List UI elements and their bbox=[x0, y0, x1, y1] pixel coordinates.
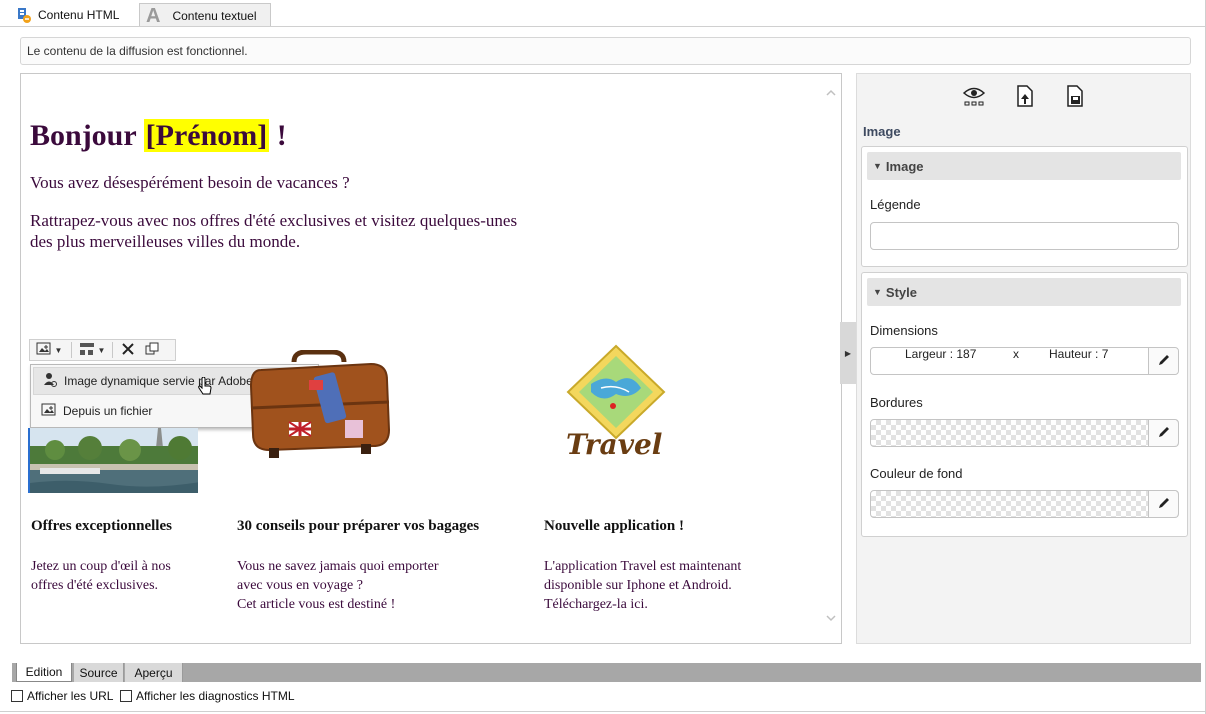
properties-panel: Image ▼ Image Légende ▼ Style Dimensions… bbox=[856, 73, 1191, 644]
image-section: ▼ Image Légende bbox=[861, 146, 1188, 267]
column-2-body[interactable]: Vous ne savez jamais quoi emporter avec … bbox=[237, 557, 439, 614]
tab-edition[interactable]: Edition bbox=[16, 663, 72, 682]
pencil-icon bbox=[1157, 353, 1171, 370]
image-section-header[interactable]: ▼ Image bbox=[867, 152, 1181, 180]
column-3-line: Téléchargez-la ici. bbox=[544, 597, 648, 612]
duplicate-button[interactable] bbox=[140, 340, 164, 360]
tab-divider bbox=[0, 26, 1206, 27]
layout-button[interactable]: ▼ bbox=[75, 340, 109, 360]
column-2-title[interactable]: 30 conseils pour préparer vos bagages bbox=[237, 518, 479, 535]
borders-label: Bordures bbox=[870, 395, 923, 410]
edit-borders-button[interactable] bbox=[1148, 420, 1178, 446]
personalization-field[interactable]: [Prénom] bbox=[143, 119, 270, 152]
show-urls-label: Afficher les URL bbox=[27, 689, 114, 703]
column-2-line: avec vous en voyage ? bbox=[237, 578, 363, 593]
paris-image[interactable] bbox=[28, 428, 198, 493]
intro-paragraph-line-2: des plus merveilleuses villes du monde. bbox=[30, 232, 301, 251]
legend-label: Légende bbox=[870, 197, 921, 212]
column-3-line: disponible sur Iphone et Android. bbox=[544, 578, 732, 593]
greeting-suffix: ! bbox=[269, 119, 287, 152]
tab-apercu[interactable]: Aperçu bbox=[125, 663, 183, 682]
duplicate-icon bbox=[145, 342, 159, 359]
delete-icon bbox=[121, 342, 135, 359]
travel-logo[interactable]: Travel bbox=[561, 344, 671, 464]
image-toolbar: ▼ ▼ bbox=[29, 339, 176, 361]
width-value: Largeur : 187 bbox=[905, 347, 977, 361]
column-2-line: Vous ne savez jamais quoi emporter bbox=[237, 559, 439, 574]
insert-image-button[interactable]: ▼ bbox=[30, 340, 68, 360]
legend-input[interactable] bbox=[870, 222, 1179, 250]
column-3-line: L'application Travel est maintenant bbox=[544, 559, 742, 574]
save-icon[interactable] bbox=[1063, 84, 1087, 108]
edit-dimensions-button[interactable] bbox=[1148, 348, 1178, 374]
pencil-icon bbox=[1157, 425, 1171, 442]
pencil-icon bbox=[1157, 496, 1171, 513]
status-text: Le contenu de la diffusion est fonctionn… bbox=[27, 44, 248, 58]
status-message: Le contenu de la diffusion est fonctionn… bbox=[20, 37, 1191, 65]
background-color-label: Couleur de fond bbox=[870, 466, 963, 481]
layout-icon bbox=[79, 342, 95, 359]
tab-html-label: Contenu HTML bbox=[38, 8, 120, 22]
collapse-triangle-icon: ▼ bbox=[873, 161, 882, 171]
scroll-down-icon[interactable] bbox=[824, 612, 838, 626]
column-1-line: Jetez un coup d'œil à nos bbox=[31, 559, 171, 574]
column-1-line: offres d'été exclusives. bbox=[31, 578, 159, 593]
dimensions-field[interactable]: Largeur : 187 x Hauteur : 7 bbox=[870, 347, 1179, 375]
html-editor[interactable]: Bonjour [Prénom] ! Vous avez désespéréme… bbox=[20, 73, 842, 644]
travel-logo-text: Travel bbox=[566, 428, 663, 461]
intro-line[interactable]: Vous avez désespérément besoin de vacanc… bbox=[30, 173, 350, 193]
show-diagnostics-label: Afficher les diagnostics HTML bbox=[136, 689, 295, 703]
greeting-prefix: Bonjour bbox=[30, 119, 144, 152]
scroll-up-icon[interactable] bbox=[824, 87, 838, 101]
app-window: Contenu HTML A Contenu textuel Le conten… bbox=[0, 0, 1206, 714]
view-mode-tabs: Edition Source Aperçu bbox=[12, 663, 1201, 682]
section-header-label: Style bbox=[885, 284, 917, 300]
borders-field[interactable] bbox=[870, 419, 1179, 447]
panel-title: Image bbox=[863, 124, 901, 139]
image-file-icon bbox=[41, 403, 57, 420]
background-color-field[interactable] bbox=[870, 490, 1179, 518]
style-section: ▼ Style Dimensions Largeur : 187 x Haute… bbox=[861, 272, 1188, 537]
preview-icon[interactable] bbox=[962, 84, 986, 108]
column-2-line: Cet article vous est destiné ! bbox=[237, 597, 396, 612]
times-sign: x bbox=[1013, 347, 1019, 361]
dynamic-image-icon bbox=[42, 372, 58, 391]
intro-paragraph[interactable]: Rattrapez-vous avec nos offres d'été exc… bbox=[30, 210, 517, 252]
column-1-title[interactable]: Offres exceptionnelles bbox=[31, 518, 172, 535]
dimensions-label: Dimensions bbox=[870, 323, 938, 338]
show-diagnostics-option[interactable]: Afficher les diagnostics HTML bbox=[120, 689, 295, 703]
section-header-label: Image bbox=[885, 158, 924, 174]
suitcase-image[interactable] bbox=[249, 349, 394, 465]
upload-icon[interactable] bbox=[1013, 84, 1037, 108]
html-content-icon bbox=[16, 7, 32, 23]
style-section-header[interactable]: ▼ Style bbox=[867, 278, 1181, 306]
tab-html-content[interactable]: Contenu HTML bbox=[12, 3, 138, 27]
greeting-heading[interactable]: Bonjour [Prénom] ! bbox=[30, 119, 287, 153]
show-urls-option[interactable]: Afficher les URL bbox=[11, 689, 113, 703]
chevron-right-icon: ▶ bbox=[844, 348, 852, 358]
height-value: Hauteur : 7 bbox=[1049, 347, 1109, 361]
tab-source[interactable]: Source bbox=[74, 663, 124, 682]
collapse-triangle-icon: ▼ bbox=[873, 287, 882, 297]
show-diagnostics-checkbox[interactable] bbox=[120, 690, 132, 702]
panel-collapse-handle[interactable]: ▶ bbox=[840, 322, 856, 384]
toolbar-separator bbox=[112, 342, 113, 358]
text-content-icon: A bbox=[146, 4, 161, 27]
column-3-body[interactable]: L'application Travel est maintenant disp… bbox=[544, 557, 741, 614]
window-bottom-border bbox=[0, 711, 1206, 712]
dropdown-arrow-icon: ▼ bbox=[97, 345, 106, 355]
tab-text-content[interactable]: A Contenu textuel bbox=[139, 3, 271, 27]
insert-image-icon bbox=[36, 342, 52, 359]
edit-background-button[interactable] bbox=[1148, 491, 1178, 517]
menu-item-label: Depuis un fichier bbox=[63, 404, 153, 418]
show-urls-checkbox[interactable] bbox=[11, 690, 23, 702]
toolbar-separator bbox=[71, 342, 72, 358]
delete-button[interactable] bbox=[116, 340, 140, 360]
dropdown-arrow-icon: ▼ bbox=[54, 345, 63, 355]
column-3-title[interactable]: Nouvelle application ! bbox=[544, 518, 684, 535]
tab-text-label: Contenu textuel bbox=[172, 8, 257, 23]
column-1-body[interactable]: Jetez un coup d'œil à nos offres d'été e… bbox=[31, 557, 171, 595]
intro-paragraph-line-1: Rattrapez-vous avec nos offres d'été exc… bbox=[30, 211, 518, 230]
